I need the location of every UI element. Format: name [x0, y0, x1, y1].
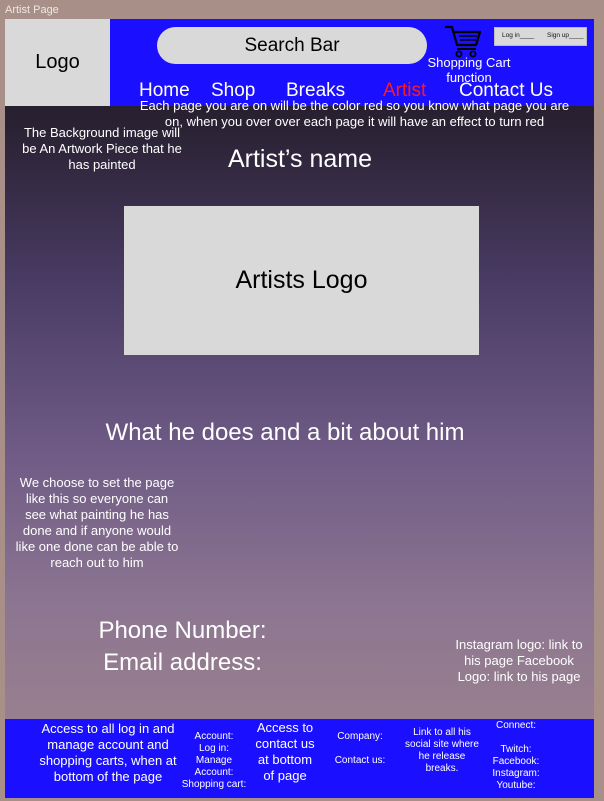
contact-details: Phone Number: Email address: [55, 615, 310, 679]
footer-connect-links[interactable]: Connect: Twitch: Facebook: Instagram: Yo… [483, 720, 549, 792]
frame-label: Artist Page [5, 4, 59, 16]
footer-account-links[interactable]: Account: Log in: Manage Account: Shoppin… [176, 731, 252, 791]
shopping-cart-icon[interactable] [443, 23, 483, 59]
auth-box: Log in____ Sign up____ [494, 27, 587, 46]
logo[interactable]: Logo [5, 19, 110, 106]
nav-annotation: Each page you are on will be the color r… [139, 98, 570, 129]
login-link[interactable]: Log in____ [502, 32, 534, 39]
footer: Access to all log in and manage account … [5, 719, 594, 798]
search-bar[interactable]: Search Bar [157, 27, 427, 64]
footer-company-links[interactable]: Company: Contact us: [327, 731, 393, 767]
phone-number: Phone Number: [98, 617, 267, 644]
artist-page-canvas: Logo Search Bar Shopping Cart function L… [5, 19, 594, 798]
email-address: Email address: [103, 649, 262, 676]
footer-account-note: Access to all log in and manage account … [39, 721, 177, 784]
social-links-annotation: Instagram logo: link to his page Faceboo… [455, 637, 583, 684]
footer-contact-note: Access to contact us at bottom of page [255, 720, 315, 783]
artist-logo: Artists Logo [124, 206, 479, 355]
header: Logo Search Bar Shopping Cart function L… [5, 19, 594, 106]
layout-annotation: We choose to set the page like this so e… [15, 475, 179, 570]
about-heading: What he does and a bit about him [105, 419, 465, 446]
artist-name: Artist’s name [227, 145, 373, 173]
signup-link[interactable]: Sign up____ [547, 32, 584, 39]
footer-social-note: Link to all his social site where he rel… [405, 727, 479, 774]
